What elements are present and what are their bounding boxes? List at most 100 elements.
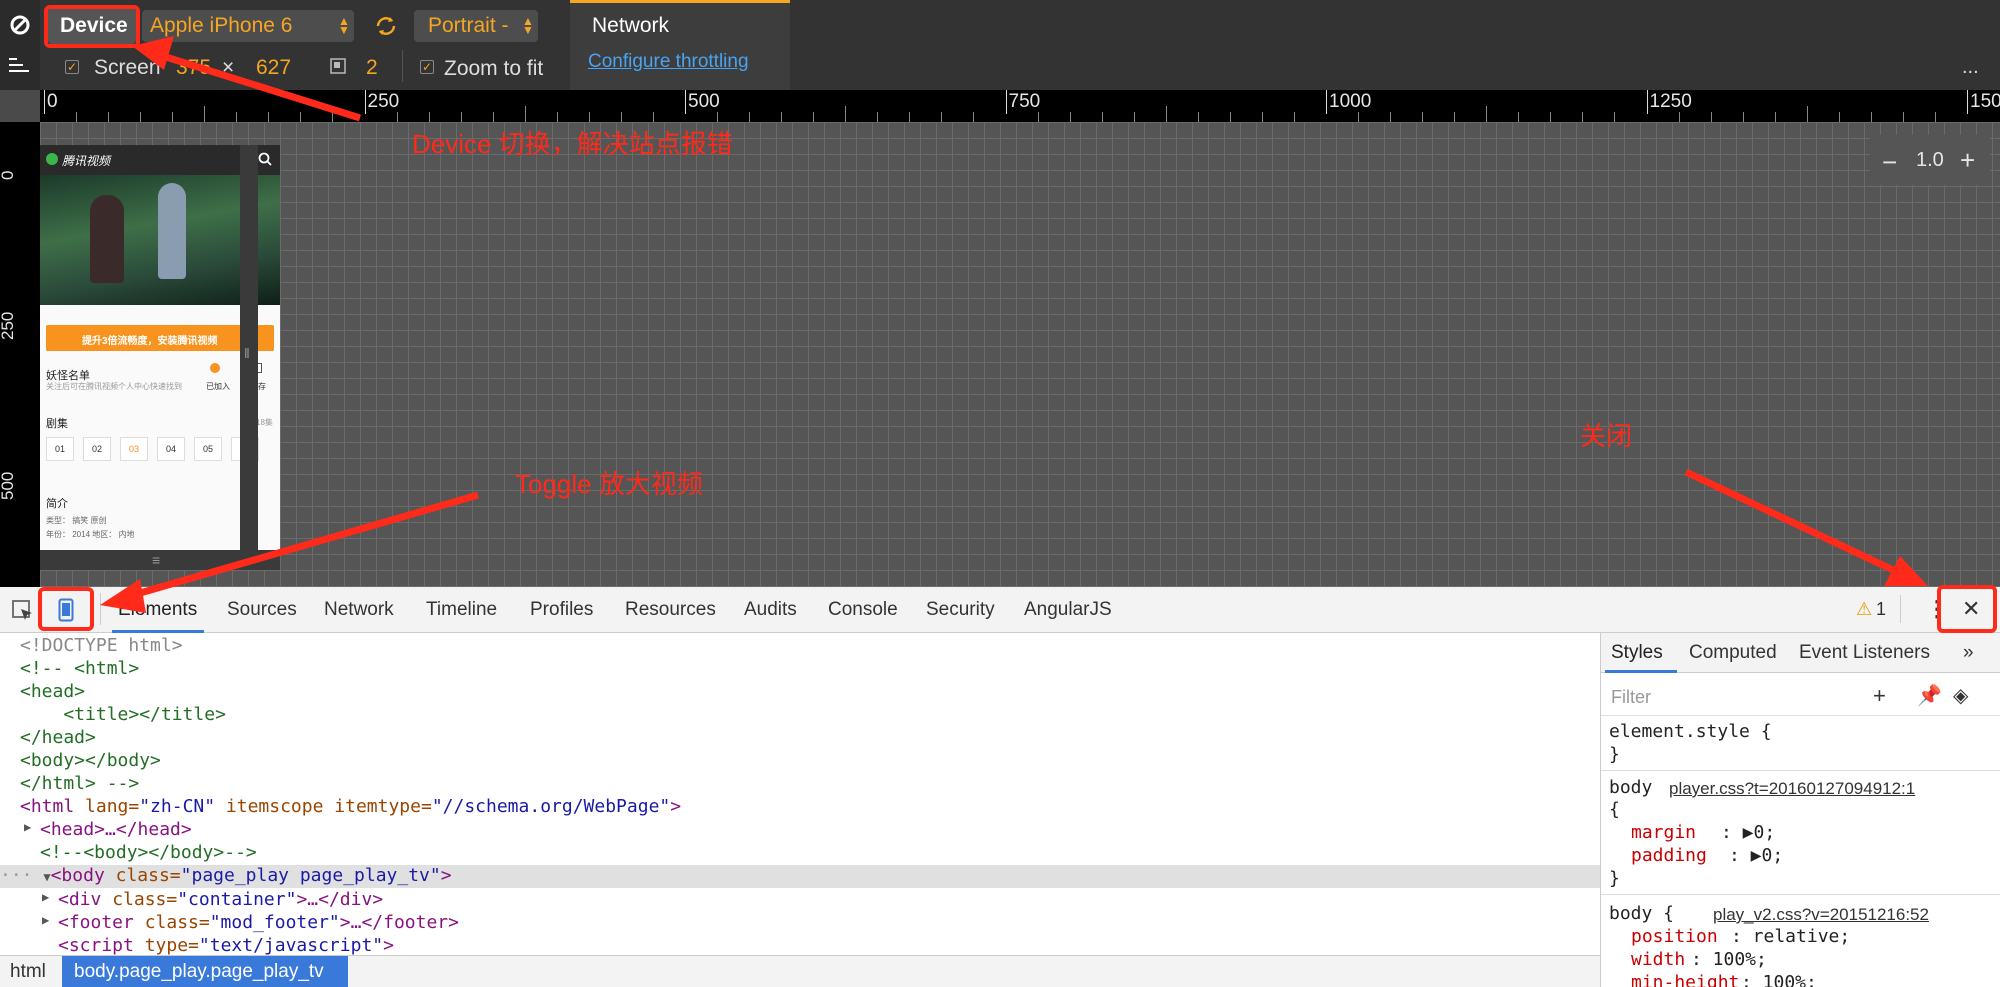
tab-console[interactable]: Console [828,599,898,621]
tab-event-listeners[interactable]: Event Listeners [1799,642,1930,664]
expand-triangle-icon[interactable]: ▶ [42,913,49,927]
more-tabs-icon[interactable]: » [1963,642,1974,664]
dpr-field[interactable]: 2 [366,56,378,80]
dom-comment[interactable]: <!--<body></body>--> [40,842,1600,865]
zoom-out-button[interactable]: − [1882,147,1897,178]
ruler-minor-tick [620,112,622,122]
dom-comment[interactable]: <title></title> [20,704,1600,727]
dom-node-script[interactable]: <script type="text/javascript"> [58,935,1600,955]
css-value[interactable]: : 100%; [1691,949,1767,970]
tab-audits[interactable]: Audits [744,599,797,621]
ruler-minor-tick [140,112,142,122]
ruler-tick [1967,90,1968,114]
css-value[interactable]: : ▶0; [1729,845,1783,866]
no-entry-icon[interactable] [9,14,31,36]
tab-sources[interactable]: Sources [227,599,297,621]
dom-node-html[interactable]: <html lang="zh-CN" itemscope itemtype="/… [20,796,1600,819]
dom-comment[interactable]: </html> --> [20,773,1600,796]
device-annotation: Device 切换，解决站点报错 [412,129,733,159]
annotation-box-close [1937,585,1997,633]
rule-selector[interactable]: body [1609,777,1652,798]
width-resize-handle[interactable]: ‖ [240,145,258,570]
search-icon[interactable] [258,152,272,166]
screen-height-field[interactable]: 627 [256,56,291,80]
tab-resources[interactable]: Resources [625,599,716,621]
css-property[interactable]: position [1631,926,1718,947]
annotation-box-toggle [38,587,94,631]
media-queries-icon[interactable] [9,56,31,74]
ruler-minor-tick [236,112,238,122]
ruler-minor-tick [524,106,526,122]
toggle-element-state-icon[interactable]: ◈ [1953,683,1968,708]
tab-timeline[interactable]: Timeline [426,599,497,621]
episode-button-active[interactable]: 03 [120,437,148,461]
tab-computed[interactable]: Computed [1689,642,1777,664]
dom-comment[interactable]: <body></body> [20,750,1600,773]
ruler-label: 1500 [1970,91,2000,112]
css-property[interactable]: width [1631,949,1685,970]
dom-node-head[interactable]: <head>…</head> [40,819,1600,842]
css-value[interactable]: : 100%; [1741,972,1817,987]
css-value[interactable]: : relative; [1731,926,1850,947]
expand-triangle-icon[interactable]: ▶ [42,890,49,904]
tab-network[interactable]: Network [324,599,394,621]
expand-triangle-icon[interactable]: ▶ [24,820,31,834]
episode-button[interactable]: 01 [46,437,74,461]
heart-icon[interactable] [210,363,220,373]
warning-icon[interactable]: ⚠ [1856,599,1872,620]
css-property[interactable]: min-height [1631,972,1739,987]
css-property[interactable]: padding [1631,845,1707,866]
tab-elements[interactable]: Elements [118,599,197,621]
tab-security[interactable]: Security [926,599,995,621]
zoom-to-fit-label: Zoom to fit [444,57,544,80]
dom-node-body-selected[interactable]: ··· ▼<body class="page_play page_play_tv… [0,865,1600,888]
dom-comment[interactable]: </head> [20,727,1600,750]
pin-icon[interactable]: 📌 [1917,683,1942,708]
css-value[interactable]: : ▶0; [1721,822,1775,843]
select-arrows-icon: ▲ ▼ [522,14,534,37]
ruler-minor-tick [1261,112,1263,122]
breadcrumb-body-selected[interactable]: body.page_play.page_play_tv [62,956,348,987]
ruler-minor-tick [1165,106,1167,122]
dom-node-div[interactable]: <div class="container">…</div> [58,889,1600,912]
tab-angularjs[interactable]: AngularJS [1024,599,1112,621]
styles-filter-input[interactable]: Filter [1611,687,1651,708]
episode-button[interactable]: 04 [157,437,185,461]
grip-icon: ≡ [152,552,161,568]
dom-comment[interactable]: <!-- <html> [20,658,1600,681]
element-style-rule[interactable]: element.style { [1609,721,1772,742]
screen-width-field[interactable]: 375 [176,56,211,80]
ruler-tick [1646,90,1648,114]
ruler-minor-tick [268,112,270,122]
inspect-element-icon[interactable] [12,600,34,622]
rotate-icon[interactable] [374,14,398,38]
device-model-select[interactable]: Apple iPhone 6 ▲ ▼ [142,10,354,42]
stylesheet-link[interactable]: play_v2.css?v=20151216:52 [1713,905,1929,925]
ruler-minor-tick [1358,112,1360,122]
stylesheet-link[interactable]: player.css?t=20160127094912:1 [1669,779,1915,799]
dom-comment[interactable]: <head> [20,681,1600,704]
ruler-minor-tick [1774,112,1776,122]
ruler-minor-tick [1838,112,1840,122]
episode-button[interactable]: 05 [194,437,222,461]
screen-checkbox[interactable]: ✓ [65,60,79,74]
rule-close-brace: } [1609,744,1620,765]
dom-node[interactable]: <!DOCTYPE html> [20,635,1600,658]
dom-node-footer[interactable]: <footer class="mod_footer">…</footer> [58,912,1600,935]
ruler-tick [1005,90,1007,114]
zoom-in-button[interactable]: + [1960,145,1975,176]
css-property[interactable]: margin [1631,822,1696,843]
configure-throttling-link[interactable]: Configure throttling [588,51,749,73]
ruler-label: 250 [367,91,400,112]
episode-button[interactable]: 02 [83,437,111,461]
rule-selector[interactable]: body { [1609,903,1674,924]
ruler-minor-tick [108,112,110,122]
orientation-select[interactable]: Portrait - ▲ ▼ [414,10,538,42]
zoom-to-fit-checkbox[interactable]: ✓ [420,60,434,74]
new-style-rule-icon[interactable]: + [1873,683,1886,709]
tab-styles[interactable]: Styles [1611,642,1663,664]
breadcrumb-html[interactable]: html [10,961,46,983]
more-options-icon[interactable]: ... [1962,56,1979,79]
tab-profiles[interactable]: Profiles [530,599,593,621]
ruler-tick [1326,90,1327,114]
